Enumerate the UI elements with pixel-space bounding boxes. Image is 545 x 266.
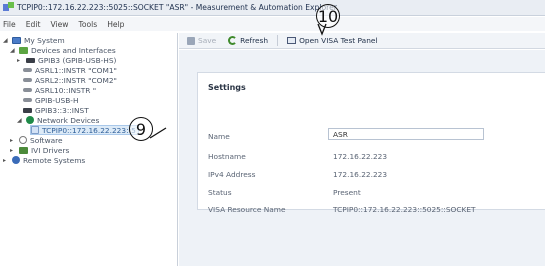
remote-systems-icon [12,156,20,164]
visa-resource-label: VISA Resource Name [208,205,286,214]
name-label: Name [208,132,230,141]
tree-item-gpib-usb[interactable]: GPIB-USB-H [23,95,79,105]
collapse-icon[interactable]: ◢ [3,37,9,44]
tree-item-label: Remote Systems [23,155,86,165]
tree-item-devices-and-interfaces[interactable]: ◢ Devices and Interfaces [10,45,116,55]
open-visa-test-panel-button[interactable]: Open VISA Test Panel [284,34,380,47]
menu-help[interactable]: Help [107,20,124,29]
toolbar-divider [277,35,279,46]
serial-port-icon [23,68,32,72]
tree-item-label: Devices and Interfaces [31,45,116,55]
test-panel-icon [287,37,297,44]
tree-item-gpib3[interactable]: ▸ GPIB3 (GPIB-USB-HS) [17,55,116,65]
tree-item-asrl10[interactable]: ASRL10::INSTR " [23,85,96,95]
settings-card: Settings Name Hostname 172.16.22.223 IPv… [197,72,545,214]
expand-icon[interactable]: ▸ [10,137,16,144]
save-button[interactable]: Save [184,34,219,47]
tree-item-tcpip-socket[interactable]: TCPIP0::172.16.22.223::5 [30,125,139,135]
green-interface-icon [19,46,28,54]
callout-10-pointer [317,23,327,36]
tree-item-asrl1[interactable]: ASRL1::INSTR "COM1" [23,65,117,75]
name-field[interactable] [328,128,484,140]
ipv4-value: 172.16.22.223 [333,170,388,179]
collapse-icon[interactable]: ◢ [17,117,23,124]
tree-item-label: ASRL1::INSTR "COM1" [35,65,117,75]
menu-tools[interactable]: Tools [78,20,97,29]
hostname-value: 172.16.22.223 [333,152,388,161]
socket-icon [31,126,39,134]
driver-icon [19,146,28,154]
menu-edit[interactable]: Edit [26,20,41,29]
tree-item-ivi-drivers[interactable]: ▸ IVI Drivers [10,145,69,155]
menu-file[interactable]: File [3,20,16,29]
tree-item-label: Network Devices [37,115,100,125]
serial-port-icon [23,88,32,92]
window-title: TCPIP0::172.16.22.223::5025::SOCKET "ASR… [17,3,337,12]
serial-port-icon [23,78,32,82]
menu-bar: File Edit View Tools Help [0,17,545,31]
save-icon [187,36,195,45]
toolbar: Save Refresh Open VISA Test Panel [179,33,545,49]
tree-item-network-devices[interactable]: ◢ Network Devices [17,115,99,125]
tree-item-label: My System [24,35,65,45]
software-icon [19,136,27,144]
status-value: Present [333,188,361,197]
tree-item-software[interactable]: ▸ Software [10,135,63,145]
tree-item-label: ASRL2::INSTR "COM2" [35,75,117,85]
expand-icon[interactable]: ▸ [17,57,23,64]
hostname-label: Hostname [208,152,246,161]
expand-icon[interactable]: ▸ [10,147,16,154]
tree-item-label: IVI Drivers [31,145,70,155]
network-icon [26,116,34,124]
tree-item-label: GPIB3 (GPIB-USB-HS) [38,55,117,65]
refresh-icon [228,36,238,45]
tree-item-label: GPIB3::3::INST [35,105,89,115]
ipv4-label: IPv4 Address [208,170,256,179]
refresh-button[interactable]: Refresh [225,34,271,47]
tree-item-label: ASRL10::INSTR " [35,85,97,95]
tree-item-asrl2[interactable]: ASRL2::INSTR "COM2" [23,75,117,85]
tree-item-label: Software [30,135,63,145]
callout-9-pointer [149,127,167,139]
usb-icon [23,98,32,102]
settings-title: Settings [208,83,246,92]
tree-item-gpib3-instr[interactable]: GPIB3::3::INST [23,105,89,115]
app-icon [3,2,14,13]
main-panel: Settings Name Hostname 172.16.22.223 IPv… [179,50,545,266]
menu-view[interactable]: View [50,20,68,29]
device-icon [26,57,35,63]
tree-item-label: GPIB-USB-H [35,95,79,105]
tree-item-remote-systems[interactable]: ▸ Remote Systems [3,155,85,165]
expand-icon[interactable]: ▸ [3,157,9,164]
device-icon [23,107,32,113]
configuration-tree: ◢ My System ◢ Devices and Interfaces ▸ G… [0,33,178,266]
title-bar: TCPIP0::172.16.22.223::5025::SOCKET "ASR… [0,0,545,16]
tree-item-label: TCPIP0::172.16.22.223::5 [42,125,136,135]
tree-item-my-system[interactable]: ◢ My System [3,35,65,45]
visa-resource-value: TCPIP0::172.16.22.223::5025::SOCKET [333,205,476,214]
collapse-icon[interactable]: ◢ [10,47,16,54]
monitor-icon [12,36,21,44]
status-label: Status [208,188,232,197]
